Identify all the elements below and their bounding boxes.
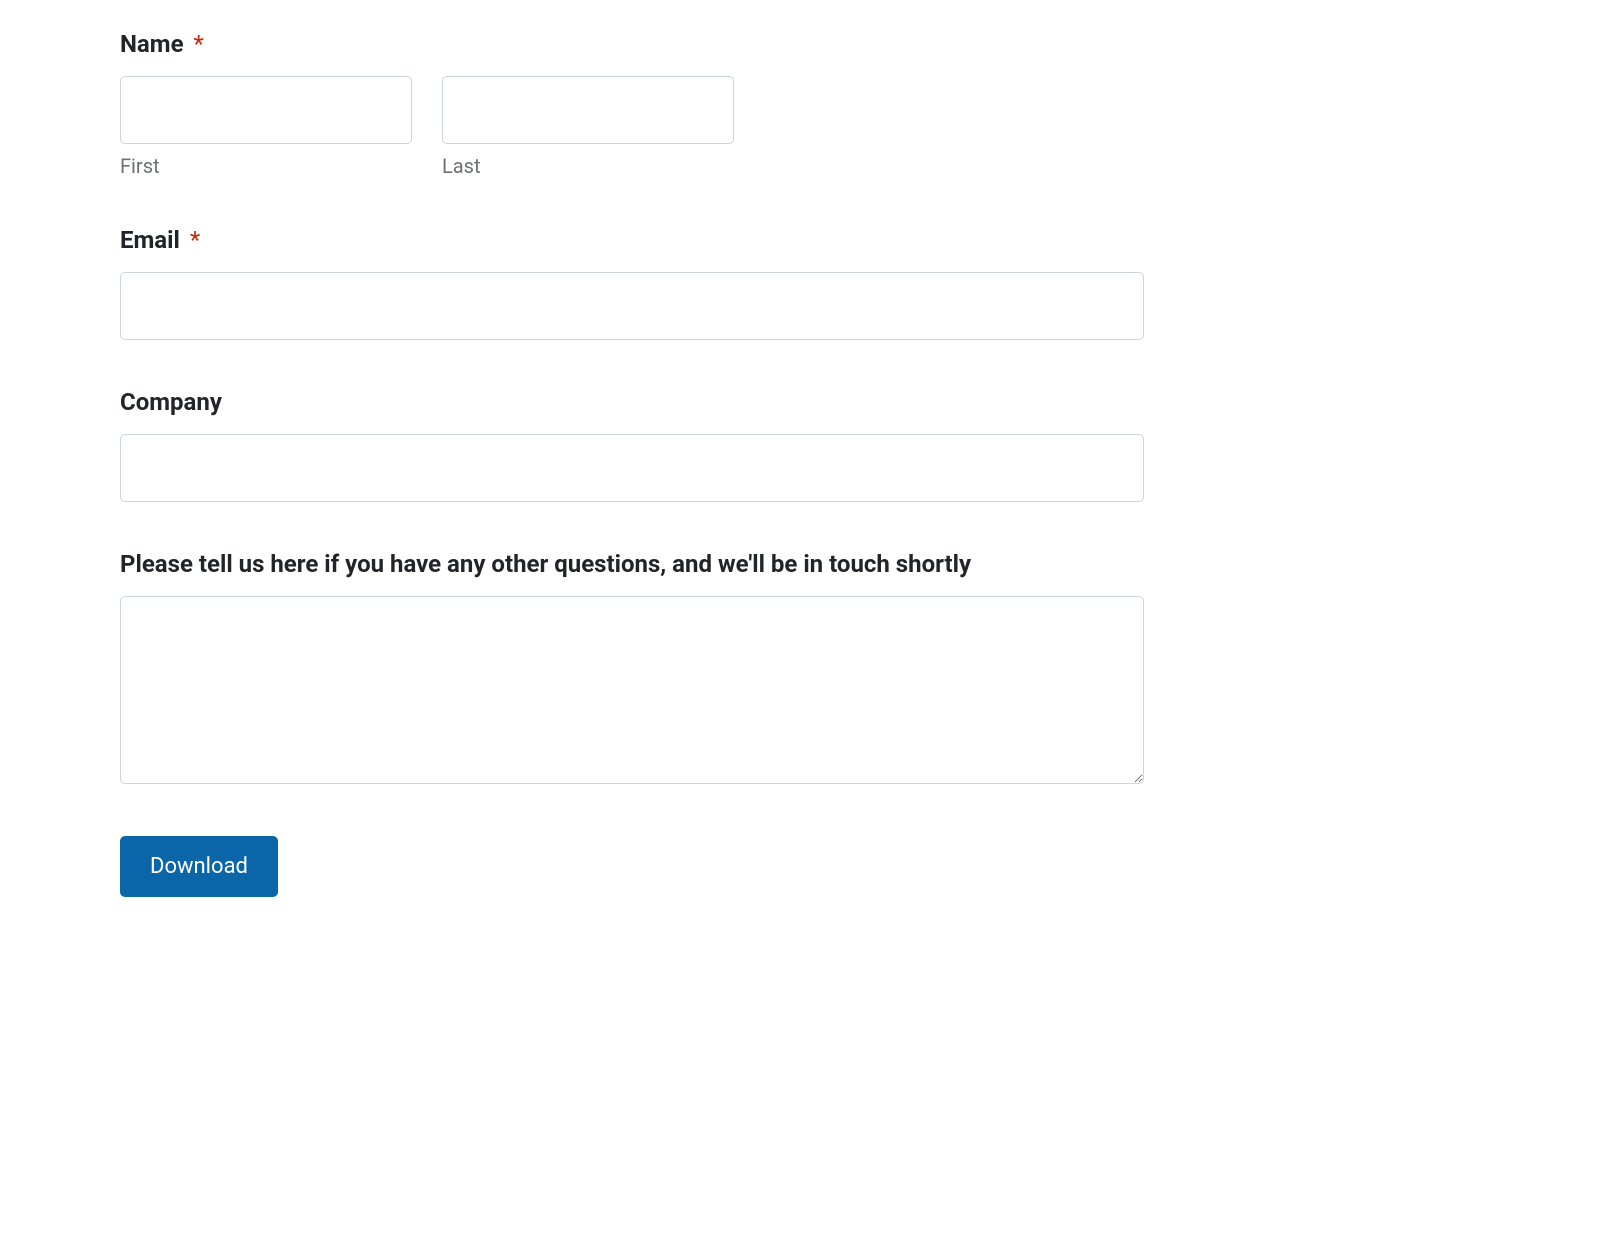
download-form: Name * First Last Email * Company Please… bbox=[120, 30, 1144, 897]
name-field-group: Name * First Last bbox=[120, 30, 1144, 178]
name-row: First Last bbox=[120, 76, 1144, 178]
questions-label: Please tell us here if you have any othe… bbox=[120, 550, 1144, 578]
company-label: Company bbox=[120, 388, 1144, 416]
submit-row: Download bbox=[120, 836, 1144, 897]
email-field-group: Email * bbox=[120, 226, 1144, 340]
questions-textarea[interactable] bbox=[120, 596, 1144, 784]
company-input[interactable] bbox=[120, 434, 1144, 502]
first-name-sublabel: First bbox=[120, 154, 412, 178]
email-label: Email * bbox=[120, 226, 1144, 254]
name-label: Name * bbox=[120, 30, 1144, 58]
name-required-mark: * bbox=[194, 30, 204, 58]
first-name-input[interactable] bbox=[120, 76, 412, 144]
download-button[interactable]: Download bbox=[120, 836, 278, 897]
questions-field-group: Please tell us here if you have any othe… bbox=[120, 550, 1144, 788]
email-label-text: Email bbox=[120, 226, 180, 254]
first-name-column: First bbox=[120, 76, 412, 178]
email-required-mark: * bbox=[190, 226, 200, 254]
company-field-group: Company bbox=[120, 388, 1144, 502]
name-label-text: Name bbox=[120, 30, 184, 58]
email-input[interactable] bbox=[120, 272, 1144, 340]
last-name-column: Last bbox=[442, 76, 734, 178]
last-name-input[interactable] bbox=[442, 76, 734, 144]
last-name-sublabel: Last bbox=[442, 154, 734, 178]
